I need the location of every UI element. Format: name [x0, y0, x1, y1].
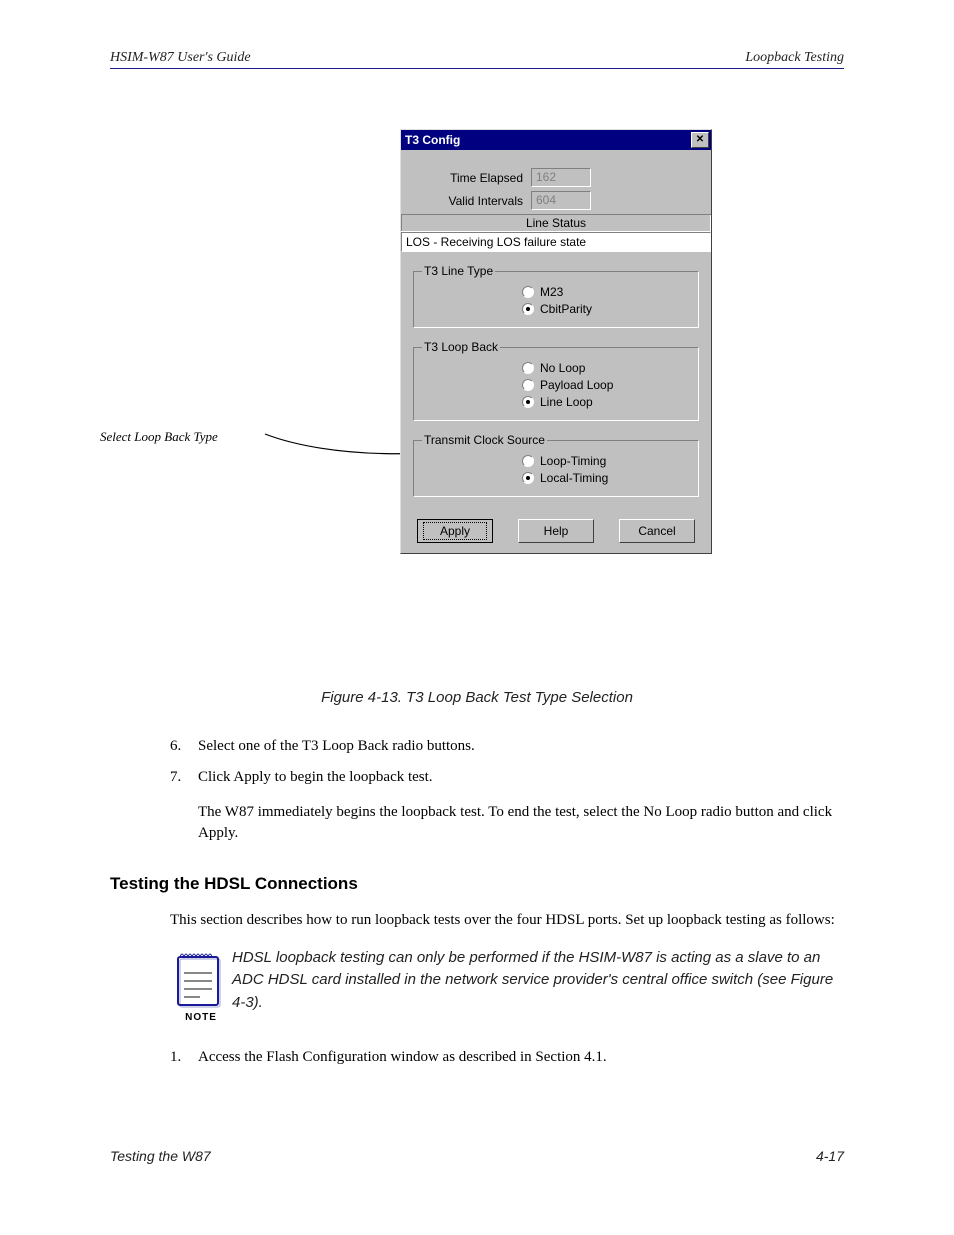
figure-caption: Figure 4-13. T3 Loop Back Test Type Sele… — [110, 689, 844, 706]
paragraph-end-test: The W87 immediately begins the loopback … — [198, 802, 844, 844]
note-block: NOTE HDSL loopback testing can only be p… — [170, 945, 844, 1029]
valid-intervals-label: Valid Intervals — [413, 194, 531, 208]
radio-loop-timing[interactable]: Loop-Timing — [522, 454, 690, 468]
footer-left: Testing the W87 — [110, 1148, 211, 1164]
radio-no-loop-label: No Loop — [540, 361, 585, 375]
radio-cbitparity-label: CbitParity — [540, 302, 592, 316]
radio-local-timing-label: Local-Timing — [540, 471, 608, 485]
header-right: Loopback Testing — [745, 50, 844, 66]
radio-loop-timing-label: Loop-Timing — [540, 454, 606, 468]
step-7: 7. Click Apply to begin the loopback tes… — [170, 767, 844, 788]
t3-config-dialog: T3 Config ✕ Time Elapsed 162 Valid Inter… — [400, 129, 712, 554]
line-status-value: LOS - Receiving LOS failure state — [401, 232, 711, 252]
notepad-icon — [170, 945, 224, 1011]
group-loop-back-legend: T3 Loop Back — [422, 340, 500, 354]
radio-local-timing[interactable]: Local-Timing — [522, 471, 690, 485]
step-7-text: Click Apply to begin the loopback test. — [198, 767, 433, 788]
step-1-number: 1. — [170, 1047, 198, 1068]
step-6: 6. Select one of the T3 Loop Back radio … — [170, 736, 844, 757]
step-1-text: Access the Flash Configuration window as… — [198, 1047, 607, 1068]
group-t3-loop-back: T3 Loop Back No Loop Payload Loop Line L… — [413, 340, 699, 421]
note-text: HDSL loopback testing can only be perfor… — [232, 945, 844, 1015]
line-status-header: Line Status — [401, 215, 711, 231]
radio-m23[interactable]: M23 — [522, 285, 690, 299]
cancel-button[interactable]: Cancel — [619, 519, 695, 543]
group-t3-line-type: T3 Line Type M23 CbitParity — [413, 264, 699, 328]
step-7-number: 7. — [170, 767, 198, 788]
footer-right: 4-17 — [816, 1148, 844, 1164]
radio-line-loop-label: Line Loop — [540, 395, 593, 409]
apply-button[interactable]: Apply — [417, 519, 493, 543]
radio-m23-label: M23 — [540, 285, 563, 299]
section-title-hdsl: Testing the HDSL Connections — [110, 872, 844, 896]
page-footer: Testing the W87 4-17 — [110, 1148, 844, 1164]
radio-line-loop[interactable]: Line Loop — [522, 395, 690, 409]
section-intro: This section describes how to run loopba… — [170, 910, 844, 931]
page-header: HSIM-W87 User's Guide Loopback Testing — [110, 50, 844, 69]
time-elapsed-field: 162 — [531, 168, 591, 187]
header-left: HSIM-W87 User's Guide — [110, 50, 251, 66]
group-line-type-legend: T3 Line Type — [422, 264, 495, 278]
radio-cbitparity[interactable]: CbitParity — [522, 302, 690, 316]
time-elapsed-label: Time Elapsed — [413, 171, 531, 185]
note-label: NOTE — [170, 1011, 232, 1025]
annotation-label: Select Loop Back Type — [100, 429, 280, 445]
apply-button-label: Apply — [423, 522, 487, 540]
help-button[interactable]: Help — [518, 519, 594, 543]
radio-payload-loop-label: Payload Loop — [540, 378, 613, 392]
step-6-number: 6. — [170, 736, 198, 757]
step-1: 1. Access the Flash Configuration window… — [170, 1047, 844, 1068]
step-6-text: Select one of the T3 Loop Back radio but… — [198, 736, 475, 757]
group-clock-legend: Transmit Clock Source — [422, 433, 547, 447]
group-transmit-clock: Transmit Clock Source Loop-Timing Local-… — [413, 433, 699, 497]
close-icon[interactable]: ✕ — [691, 132, 709, 148]
dialog-titlebar[interactable]: T3 Config ✕ — [401, 130, 711, 150]
radio-no-loop[interactable]: No Loop — [522, 361, 690, 375]
valid-intervals-field: 604 — [531, 191, 591, 210]
dialog-title: T3 Config — [405, 133, 460, 147]
radio-payload-loop[interactable]: Payload Loop — [522, 378, 690, 392]
